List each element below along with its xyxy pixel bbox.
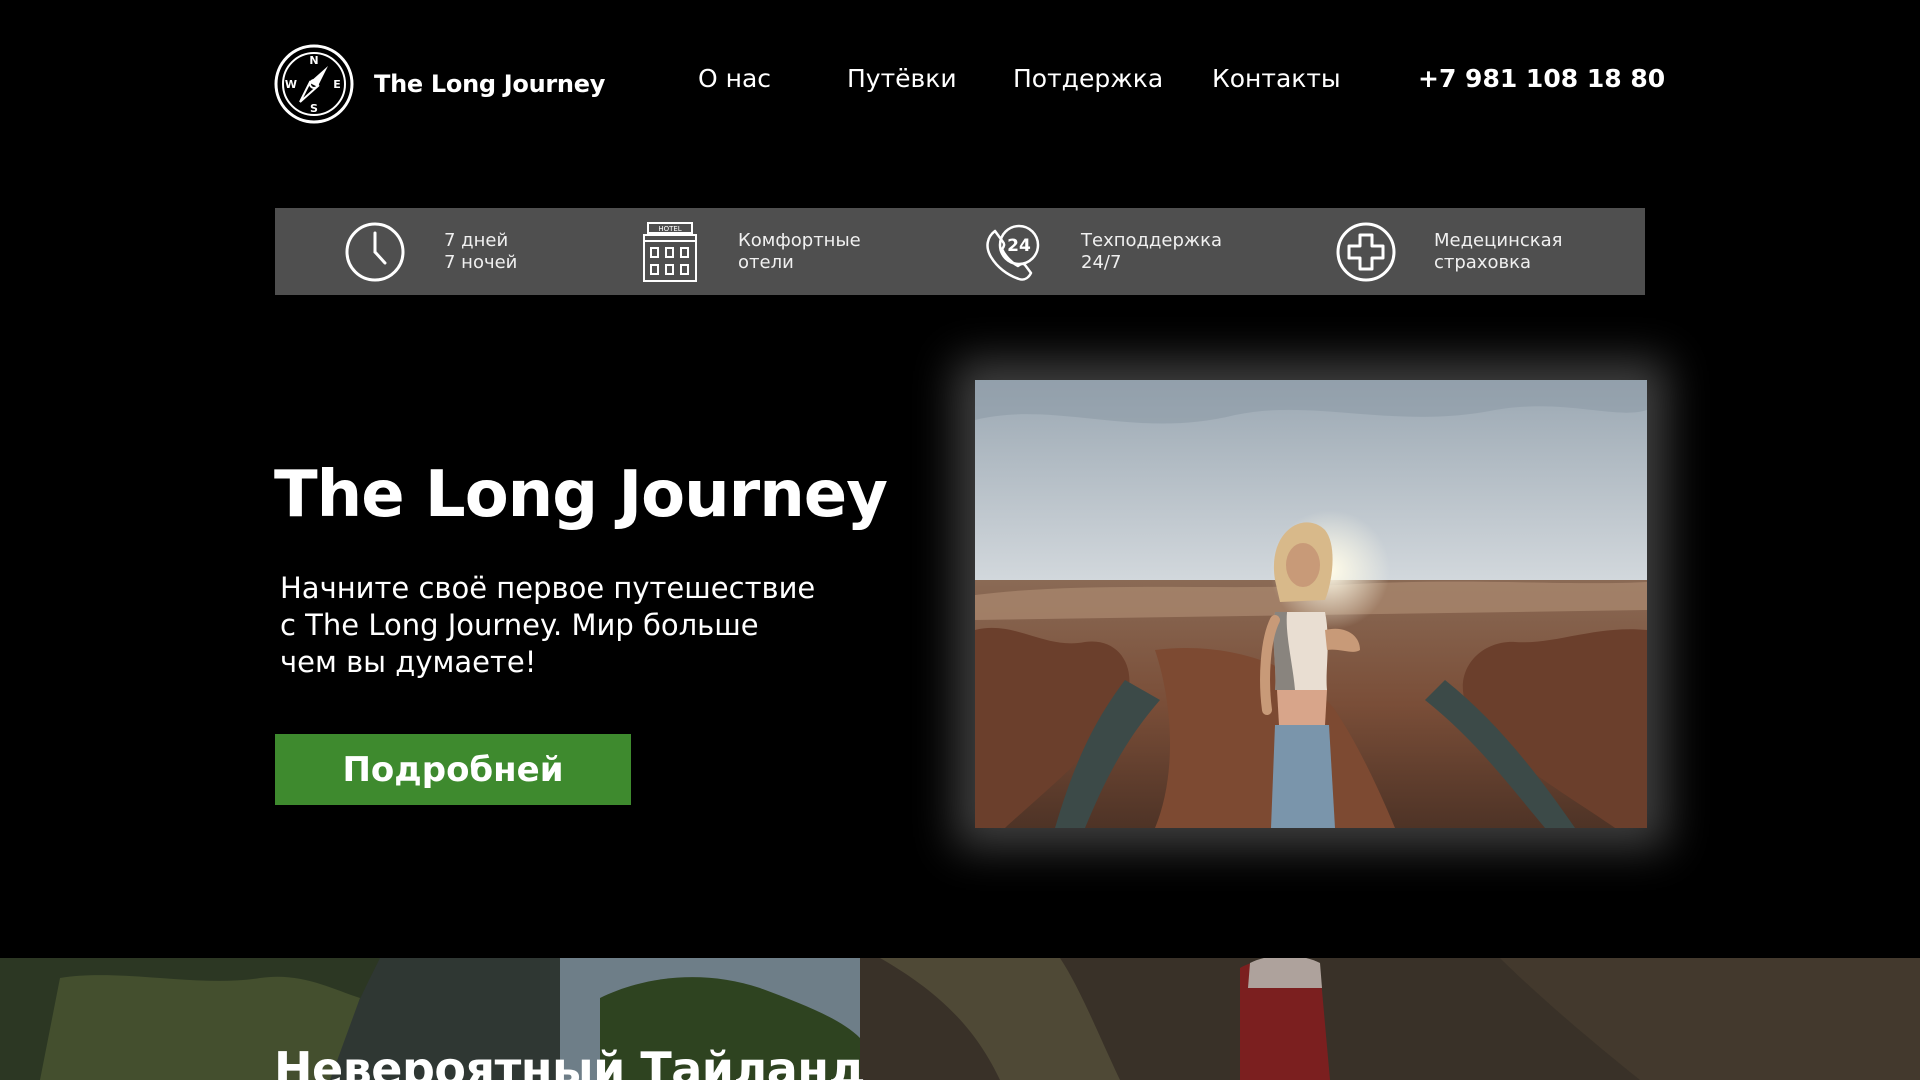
svg-text:S: S <box>310 102 318 115</box>
nav-item-tours[interactable]: Путёвки <box>847 64 957 93</box>
hero-photo <box>975 380 1647 828</box>
support-24-icon: 24 <box>986 224 1040 281</box>
site-header: N S W E The Long Journey О нас Путёвки П… <box>0 0 1920 160</box>
feature-hotels: HOTEL Комфортные отели <box>640 208 861 295</box>
medical-cross-icon <box>1336 222 1396 281</box>
feature-insurance: Медецинская страховка <box>1335 208 1562 295</box>
thailand-section: Невероятный Тайланд <box>0 958 1920 1080</box>
feature-support: 24 Техподдержка 24/7 <box>981 208 1222 295</box>
feature-insurance-text: Медецинская страховка <box>1434 229 1563 273</box>
nav-item-about[interactable]: О нас <box>698 64 771 93</box>
svg-text:E: E <box>333 78 341 91</box>
compass-icon: N S W E <box>274 44 354 124</box>
nav-item-support[interactable]: Потдержка <box>1013 64 1163 93</box>
svg-text:W: W <box>285 78 297 91</box>
feature-hotels-text: Комфортные отели <box>738 229 861 273</box>
hero-title: The Long Journey <box>274 458 888 532</box>
feature-support-text: Техподдержка 24/7 <box>1081 229 1223 273</box>
brand-logo[interactable]: N S W E The Long Journey <box>274 44 605 124</box>
section-title: Невероятный Тайланд <box>274 1042 866 1080</box>
brand-name: The Long Journey <box>374 70 606 98</box>
feature-duration: 7 дней 7 ночей <box>344 208 517 295</box>
hotel-icon: HOTEL <box>643 221 697 282</box>
svg-text:24: 24 <box>1007 236 1031 256</box>
svg-text:N: N <box>309 54 318 67</box>
feature-duration-text: 7 дней 7 ночей <box>444 229 518 273</box>
nav-item-contacts[interactable]: Контакты <box>1212 64 1341 93</box>
features-bar: 7 дней 7 ночей HOTEL Комфортные отели 24 <box>275 208 1645 295</box>
hero-description: Начните своё первое путешествие с The Lo… <box>280 571 816 679</box>
phone-number[interactable]: +7 981 108 18 80 <box>1418 64 1665 93</box>
canyon-photo-illustration <box>975 380 1647 828</box>
more-button[interactable]: Подробней <box>275 734 631 805</box>
svg-text:HOTEL: HOTEL <box>658 225 681 233</box>
clock-icon <box>345 222 405 281</box>
